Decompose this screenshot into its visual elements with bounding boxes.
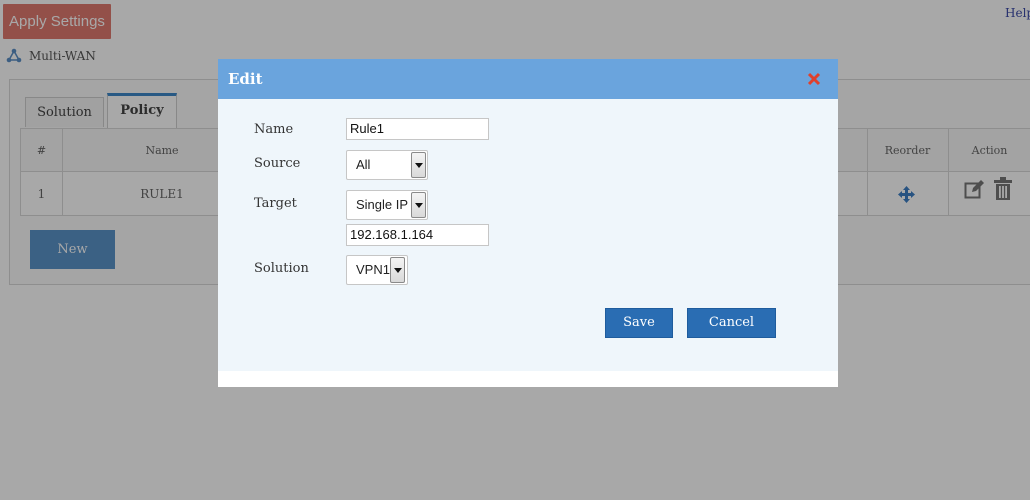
solution-select[interactable]: VPN1 xyxy=(346,255,408,285)
name-label: Name xyxy=(254,122,294,137)
dialog-header: Edit xyxy=(218,59,838,99)
source-label: Source xyxy=(254,156,301,171)
chevron-down-icon[interactable] xyxy=(390,257,405,283)
close-icon[interactable] xyxy=(806,71,822,87)
chevron-down-icon[interactable] xyxy=(411,192,426,218)
save-button[interactable]: Save xyxy=(605,308,673,338)
chevron-down-icon[interactable] xyxy=(411,152,426,178)
solution-label: Solution xyxy=(254,261,309,276)
target-select[interactable]: Single IP xyxy=(346,190,428,220)
target-ip-field[interactable]: 192.168.1.164 xyxy=(346,224,489,246)
target-select-value: Single IP xyxy=(356,197,409,212)
edit-dialog: Edit Name Rule1 Source All Target Single… xyxy=(218,59,838,387)
target-label: Target xyxy=(254,196,297,211)
source-select-value: All xyxy=(356,157,371,172)
dialog-title: Edit xyxy=(228,70,263,88)
solution-select-value: VPN1 xyxy=(356,262,390,277)
source-select[interactable]: All xyxy=(346,150,428,180)
cancel-button[interactable]: Cancel xyxy=(687,308,776,338)
name-field[interactable]: Rule1 xyxy=(346,118,489,140)
